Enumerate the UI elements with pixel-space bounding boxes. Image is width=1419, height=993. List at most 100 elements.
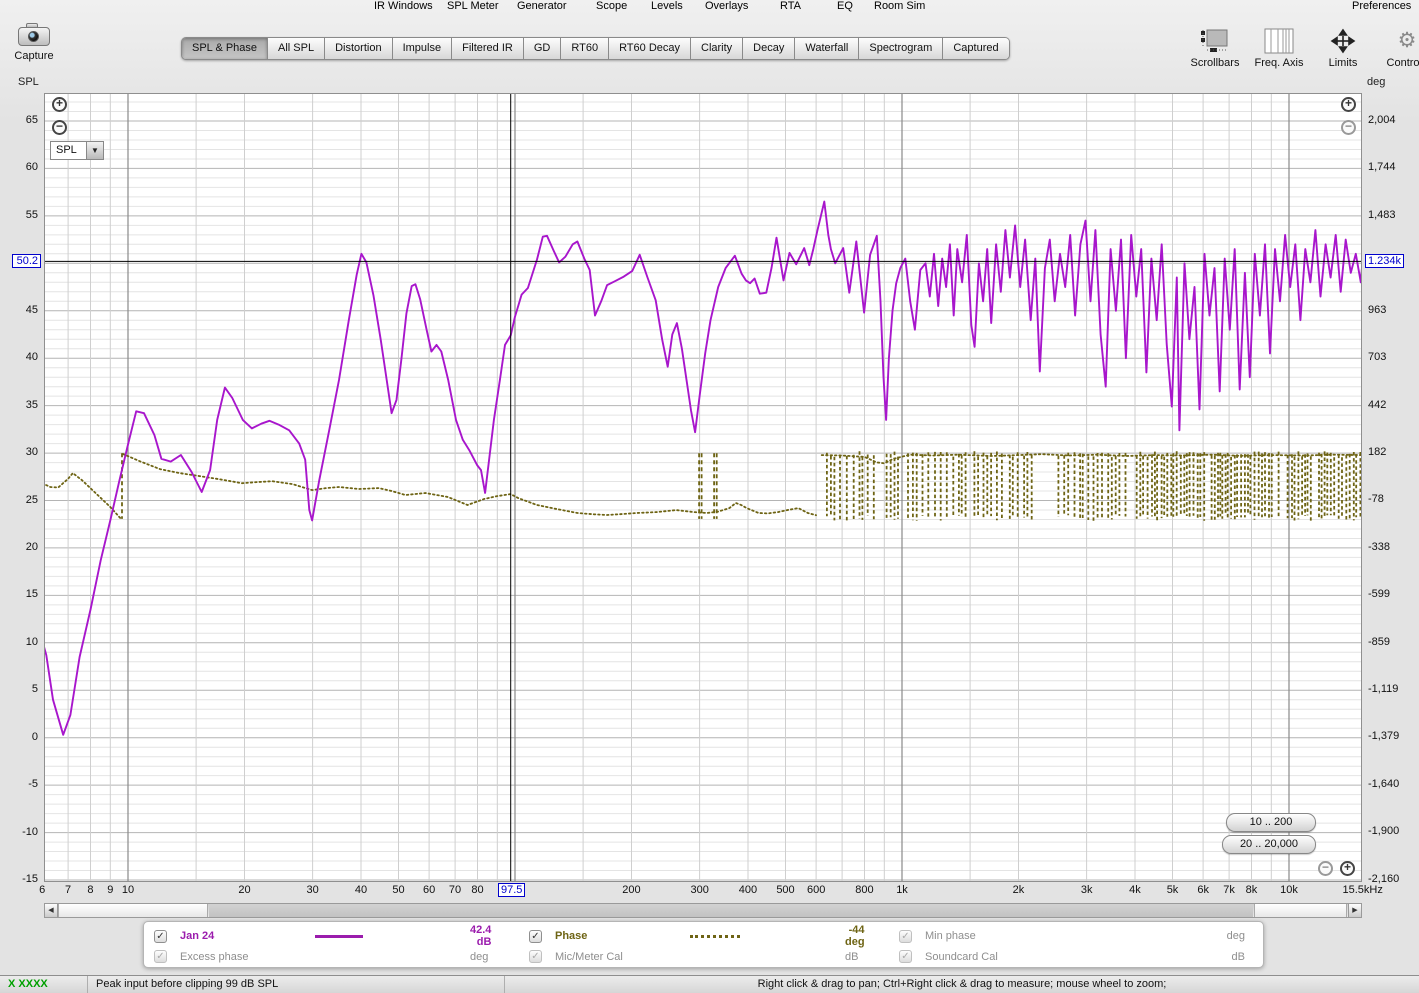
x-zoom-in-button[interactable]: + (1340, 861, 1355, 876)
x-tick-label: 15.5kHz (1342, 884, 1383, 896)
x-zoom-out-button[interactable]: − (1318, 861, 1333, 876)
phase-trace-segment (44, 471, 122, 520)
tool-freq-axis[interactable]: Freq. Axis (1247, 26, 1311, 69)
left-tick-label: 35 (25, 398, 38, 411)
tab-impulse[interactable]: Impulse (392, 38, 453, 59)
scrollbar-left-arrow[interactable]: ◀ (45, 904, 58, 917)
tab-waterfall[interactable]: Waterfall (795, 38, 860, 59)
menu-item-room-sim[interactable]: Room Sim (874, 0, 925, 12)
scrollbar-thumb[interactable] (209, 904, 1253, 917)
menu-item-overlays[interactable]: Overlays (705, 0, 748, 12)
left-tick-label: 5 (31, 683, 38, 696)
x-tick-label: 20 (238, 884, 251, 896)
tab-rt60[interactable]: RT60 (561, 38, 610, 59)
left-tick-label: 20 (25, 540, 38, 553)
right-tick-label: 2,004 (1368, 114, 1396, 126)
menu-item-spl-meter[interactable]: SPL Meter (447, 0, 499, 12)
tool-label-limits: Limits (1328, 57, 1358, 69)
right-tick-label: -1,640 (1368, 777, 1400, 790)
menu-item-generator[interactable]: Generator (517, 0, 567, 12)
mouse-hint-text: Right click & drag to pan; Ctrl+Right cl… (757, 978, 1167, 990)
right-tick-label: 1,483 (1368, 208, 1396, 221)
tool-limits[interactable]: Limits (1311, 26, 1375, 69)
camera-icon (17, 20, 51, 48)
freq-range-20-20000-button[interactable]: 20 .. 20,000 (1222, 835, 1316, 854)
checkbox-checked[interactable]: ✓ (529, 950, 542, 963)
tab-filtered-ir[interactable]: Filtered IR (452, 38, 524, 59)
legend-label: Excess phase (180, 950, 249, 963)
legend-line-sample (315, 934, 470, 938)
right-zoom-in-button[interactable]: + (1341, 97, 1356, 112)
legend-item-min-phase: ✓ Min phase deg (899, 929, 1253, 943)
graph-canvas[interactable] (44, 93, 1362, 882)
y-zoom-in-button[interactable]: + (52, 97, 67, 112)
checkbox-checked[interactable]: ✓ (154, 950, 167, 963)
right-tick-label: 182 (1368, 445, 1387, 458)
input-level-meter: X XXXX (0, 976, 88, 993)
menu-item-scope[interactable]: Scope (596, 0, 627, 12)
status-bar: X XXXX Peak input before clipping 99 dB … (0, 975, 1419, 993)
scrollbar-right-handle[interactable] (1254, 904, 1347, 917)
tab-gd[interactable]: GD (523, 38, 562, 59)
checkbox-checked[interactable]: ✓ (529, 929, 542, 943)
dotted-line-sample (690, 934, 740, 938)
freq-range-10-200-button[interactable]: 10 .. 200 (1226, 813, 1316, 832)
left-tick-label: 0 (31, 730, 38, 743)
phase-trace-segment (122, 453, 817, 517)
cursor-freq-value-tag: 97.5 (498, 883, 526, 897)
tool-label-controls: Controls (1386, 57, 1419, 69)
checkbox-checked[interactable]: ✓ (154, 929, 167, 943)
x-tick-label: 10 (121, 884, 135, 896)
right-tick-label: -2,160 (1368, 872, 1400, 885)
left-tick-label: 30 (25, 446, 38, 459)
capture-button[interactable]: Capture (6, 20, 62, 62)
right-tick-label: 442 (1368, 398, 1387, 411)
rew-window: IR Windows SPL Meter Generator Scope Levels O… (0, 0, 1419, 993)
menu-item-preferences[interactable]: Preferences (1352, 0, 1411, 12)
phase-trace-segment (820, 453, 1362, 465)
checkbox-checked[interactable]: ✓ (899, 950, 912, 963)
menu-item-levels[interactable]: Levels (651, 0, 683, 12)
tab-spectrogram[interactable]: Spectrogram (859, 38, 944, 59)
tab-all-spl[interactable]: All SPL (268, 38, 326, 59)
legend-item-excess-phase: ✓ Excess phase deg (154, 950, 529, 963)
menu-item-rta[interactable]: RTA (780, 0, 801, 12)
checkbox-checked[interactable]: ✓ (899, 929, 912, 943)
tab-captured[interactable]: Captured (943, 38, 1009, 59)
menu-item-eq[interactable]: EQ (837, 0, 853, 12)
spl-phase-graph[interactable]: + − + − SPL ▼ 10 .. 200 20 .. 20,000 − + (44, 93, 1362, 882)
tool-scrollbars[interactable]: Scrollbars (1183, 26, 1247, 69)
tab-rt60-decay[interactable]: RT60 Decay (609, 38, 691, 59)
legend-value: deg (1226, 930, 1245, 942)
left-tick-label: 55 (25, 208, 38, 221)
tab-clarity[interactable]: Clarity (691, 38, 744, 59)
left-tick-label: 40 (25, 351, 38, 364)
menu-item-ir-windows[interactable]: IR Windows (374, 0, 433, 12)
legend-item-phase: ✓ Phase -44 deg (529, 924, 899, 948)
right-tick-label: -859 (1368, 635, 1391, 648)
y-axis-selector[interactable]: SPL ▼ (50, 141, 104, 160)
tab-decay[interactable]: Decay (743, 38, 796, 59)
legend-value: dB (1231, 950, 1245, 963)
y-zoom-out-button[interactable]: − (52, 120, 67, 135)
cursor-deg-value-tag: 1.234k (1365, 254, 1405, 268)
scrollbar-right-arrow[interactable]: ▶ (1348, 904, 1361, 917)
tab-distortion[interactable]: Distortion (325, 38, 393, 59)
tool-controls[interactable]: ⚙ Controls (1375, 26, 1419, 69)
left-tick-label: -10 (22, 825, 38, 838)
x-tick-label: 2k (1012, 884, 1025, 896)
tab-spl-phase[interactable]: SPL & Phase (182, 38, 269, 59)
x-tick-label: 200 (622, 884, 641, 896)
tool-label-scrollbars: Scrollbars (1190, 57, 1240, 69)
right-zoom-out-button[interactable]: − (1341, 120, 1356, 135)
legend-label: Soundcard Cal (925, 950, 998, 963)
x-tick-label: 1k (896, 884, 908, 896)
x-tick-label: 10k (1280, 884, 1298, 896)
scrollbar-left-handle[interactable] (58, 904, 208, 917)
right-axis-title: deg (1367, 76, 1386, 88)
right-tick-label: 703 (1368, 351, 1387, 363)
right-tick-label: 963 (1368, 303, 1387, 316)
limits-icon (1311, 26, 1375, 56)
freq-axis-scrollbar[interactable]: ◀ ▶ (44, 903, 1362, 918)
chevron-down-icon[interactable]: ▼ (86, 142, 103, 159)
